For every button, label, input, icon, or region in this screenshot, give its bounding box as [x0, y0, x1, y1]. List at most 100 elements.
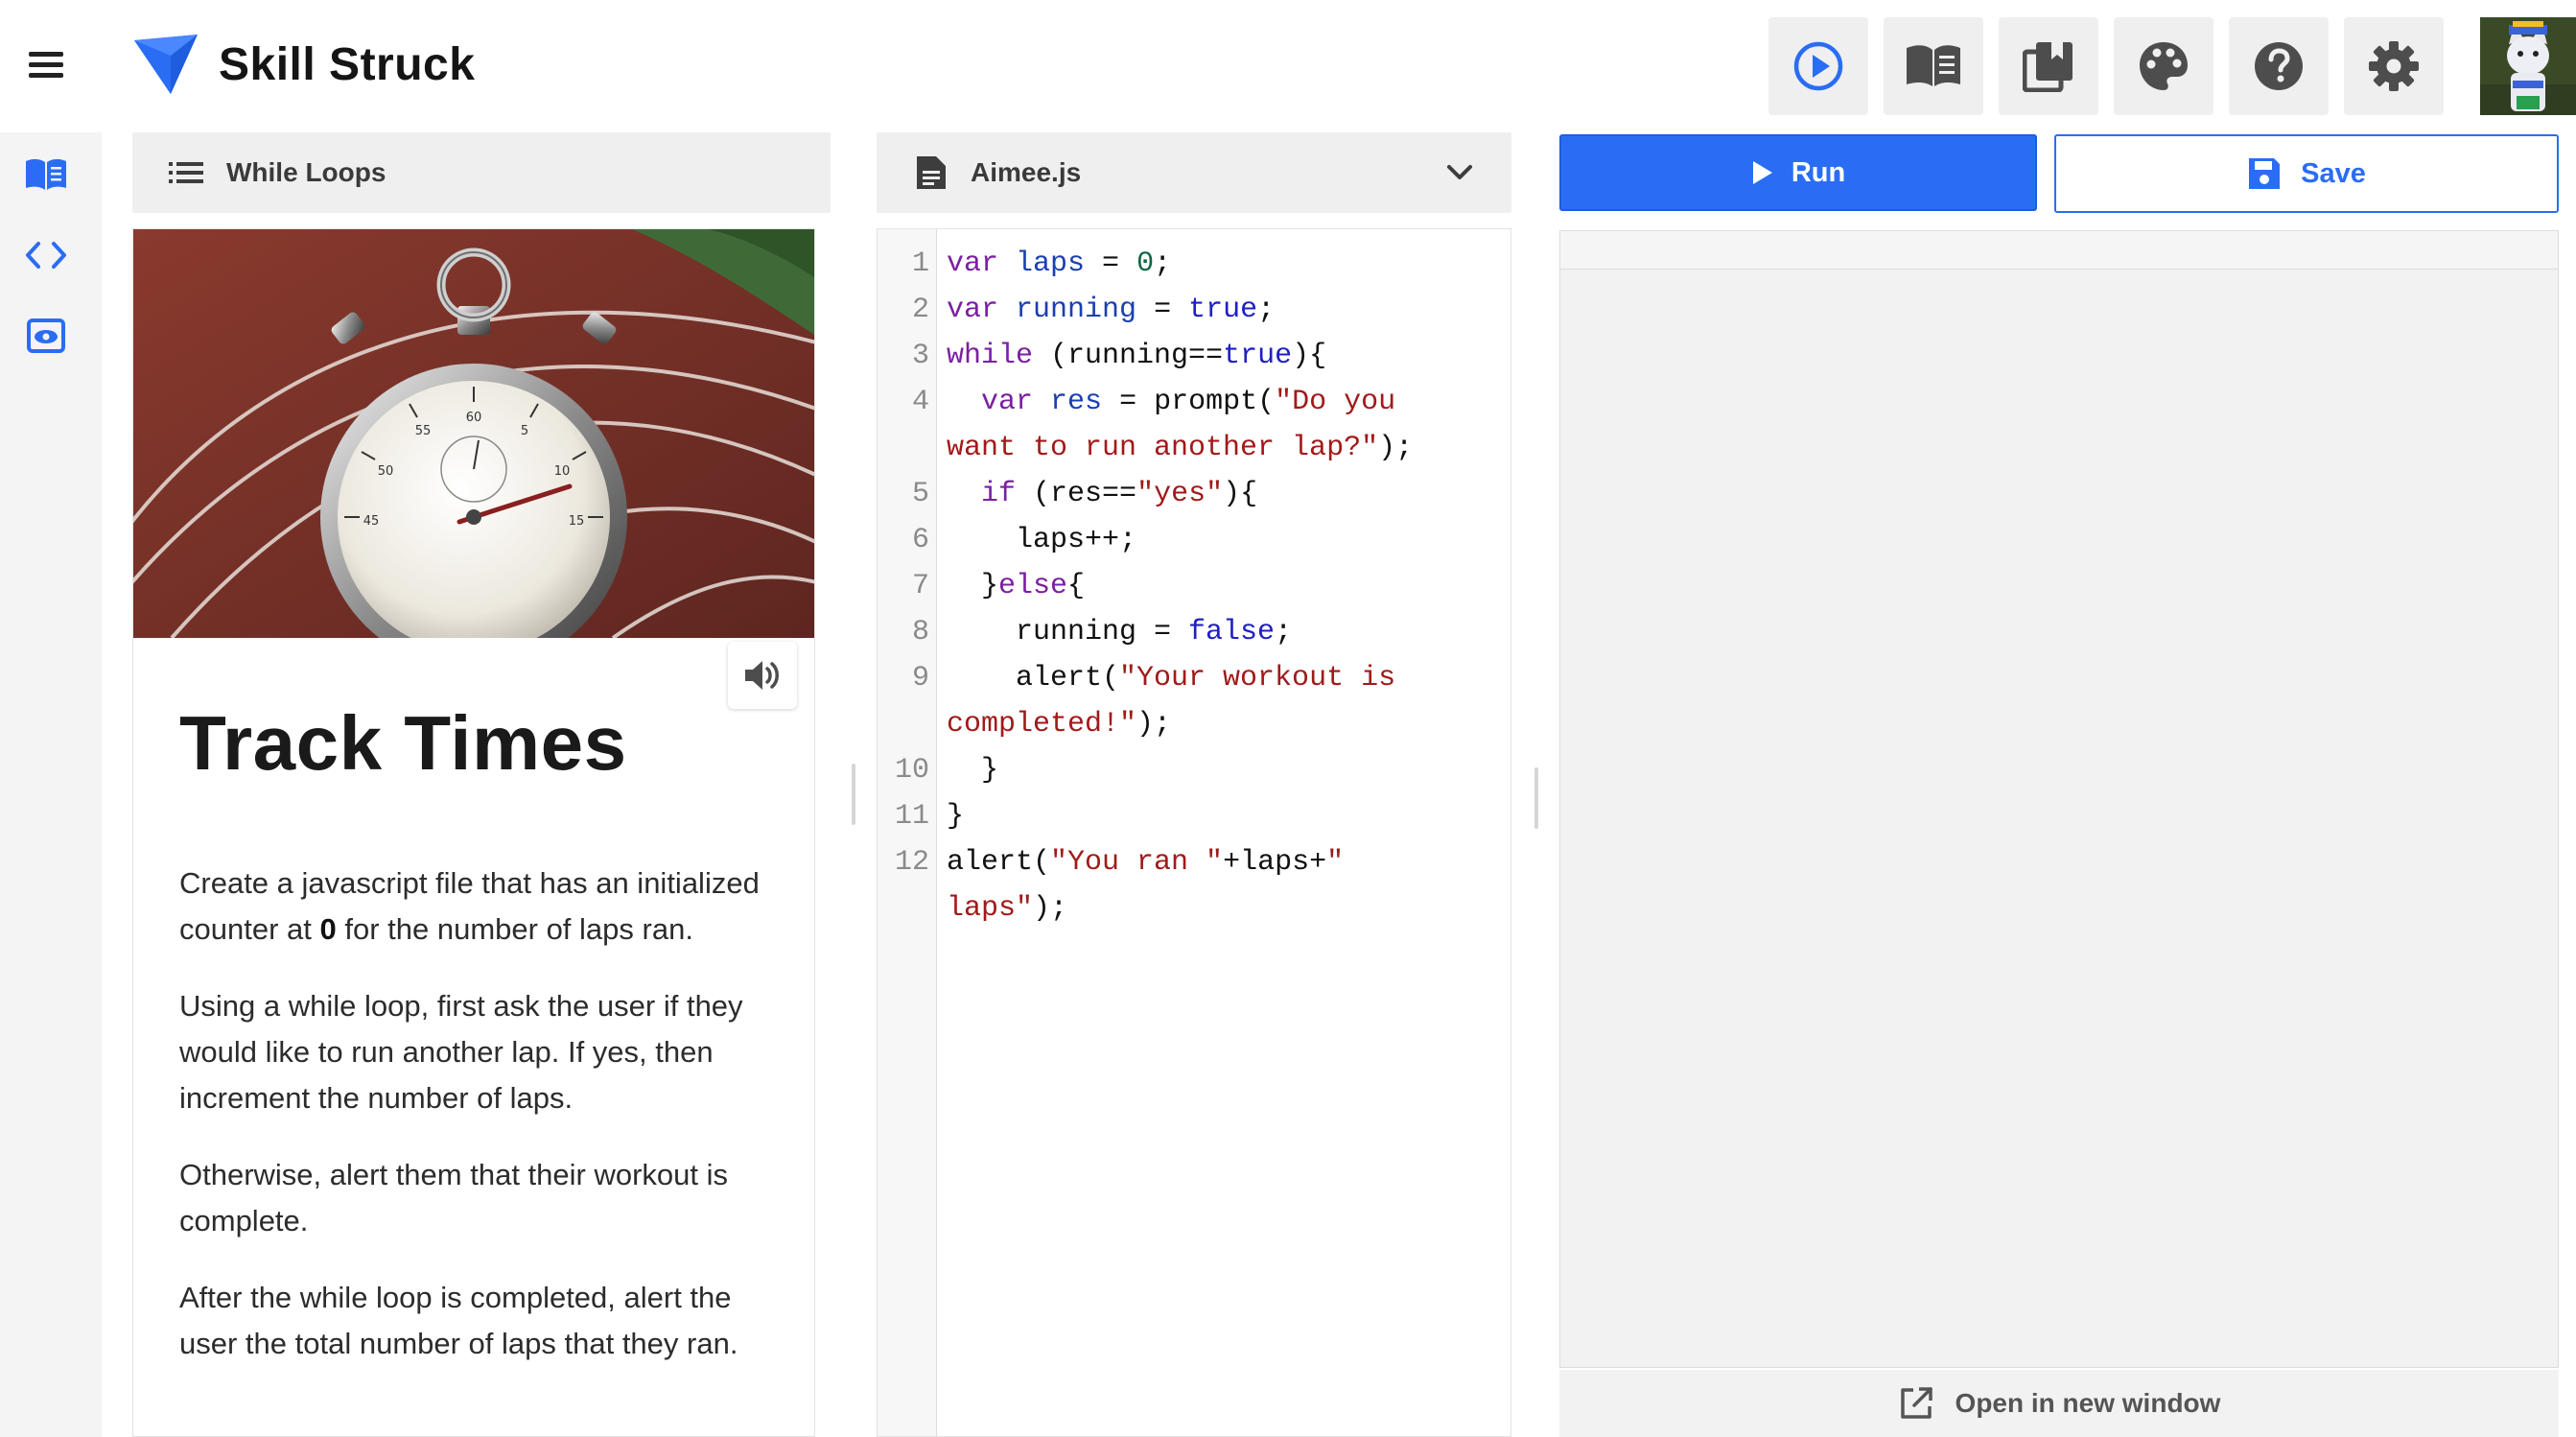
- line-number: 2: [911, 294, 929, 326]
- line-number: 8: [911, 616, 929, 648]
- lesson-header[interactable]: While Loops: [132, 132, 831, 213]
- svg-text:50: 50: [378, 464, 394, 479]
- code-token: laps": [947, 892, 1034, 925]
- code-line[interactable]: 4 var res = prompt("Do you: [878, 379, 1510, 425]
- svg-text:15: 15: [569, 514, 585, 529]
- code-line[interactable]: completed!");: [878, 701, 1510, 747]
- editor-resize-handle[interactable]: [1534, 767, 1538, 829]
- theme-button[interactable]: [2114, 17, 2213, 115]
- code-line[interactable]: 10 }: [878, 747, 1510, 793]
- code-text: laps");: [947, 885, 1067, 931]
- code-token: "You ran ": [1050, 846, 1224, 879]
- eye-icon: [27, 318, 65, 353]
- code-line[interactable]: 9 alert("Your workout is: [878, 655, 1510, 701]
- code-line[interactable]: 6 laps++;: [878, 517, 1510, 563]
- code-token: ;: [1154, 247, 1172, 280]
- rail-preview[interactable]: [21, 311, 71, 361]
- help-button[interactable]: [2229, 17, 2329, 115]
- code-token: completed!": [947, 708, 1137, 741]
- code-line[interactable]: laps");: [878, 885, 1510, 931]
- lesson-image: 60 5 10 15 55 50 45: [133, 229, 814, 638]
- help-circle-icon: [2255, 42, 2303, 90]
- code-token: }: [947, 800, 965, 833]
- lesson-header-title: While Loops: [226, 157, 386, 187]
- code-token: running: [1016, 294, 1137, 326]
- instruction-paragraph: Otherwise, alert them that their workout…: [179, 1158, 729, 1237]
- code-token: "Do you: [1275, 386, 1396, 418]
- instruction-paragraph: After the while loop is completed, alert…: [179, 1281, 738, 1360]
- code-text: var res = prompt("Do you: [947, 379, 1395, 425]
- floppy-disk-icon: [2249, 158, 2281, 189]
- code-token: );: [1033, 892, 1068, 925]
- open-book-icon: [1907, 45, 1960, 86]
- gear-icon: [2369, 41, 2419, 91]
- code-line[interactable]: 11}: [878, 793, 1510, 839]
- code-text: if (res=="yes"){: [947, 471, 1257, 517]
- run-preview-button[interactable]: [1768, 17, 1868, 115]
- cat-avatar-icon: [2480, 17, 2576, 115]
- file-selector[interactable]: Aimee.js: [877, 132, 1511, 213]
- line-number: 5: [911, 478, 929, 510]
- code-line[interactable]: want to run another lap?");: [878, 425, 1510, 471]
- output-preview[interactable]: [1559, 230, 2559, 1368]
- save-button-label: Save: [2301, 157, 2366, 189]
- settings-button[interactable]: [2344, 17, 2444, 115]
- line-number: 6: [911, 524, 929, 556]
- code-editor[interactable]: 1 var laps = 0; 2 var running = true; 3 while…: [877, 228, 1511, 1437]
- line-number: 1: [911, 247, 929, 280]
- external-link-icon: [1900, 1387, 1932, 1419]
- rail-code[interactable]: [21, 230, 71, 280]
- line-number: 11: [894, 800, 929, 833]
- code-line[interactable]: 5 if (res=="yes"){: [878, 471, 1510, 517]
- hamburger-menu-icon[interactable]: [25, 48, 67, 82]
- code-line[interactable]: 12 alert("You ran "+laps+": [878, 839, 1510, 885]
- user-avatar[interactable]: [2480, 17, 2576, 115]
- read-aloud-button[interactable]: [728, 642, 797, 709]
- code-token: running =: [947, 616, 1189, 648]
- open-in-new-window-link[interactable]: Open in new window: [1559, 1370, 2559, 1437]
- line-number: 10: [894, 754, 929, 787]
- code-token: alert(: [947, 846, 1051, 879]
- code-text: laps++;: [947, 517, 1136, 563]
- lesson-resize-handle[interactable]: [852, 764, 855, 825]
- code-token: }: [947, 570, 999, 602]
- lesson-instructions: Create a javascript file that has an ini…: [179, 860, 784, 1398]
- code-line[interactable]: 7 }else{: [878, 563, 1510, 609]
- code-token: "Your workout is: [1119, 662, 1396, 695]
- instruction-bold-value: 0: [319, 912, 337, 946]
- code-token: );: [1136, 708, 1172, 741]
- instruction-text: for the number of laps ran.: [336, 912, 693, 946]
- library-button[interactable]: [1999, 17, 2098, 115]
- stopwatch-on-track-image: 60 5 10 15 55 50 45: [133, 229, 814, 638]
- svg-text:5: 5: [521, 424, 528, 438]
- top-bar: Skill Struck: [0, 0, 2576, 131]
- code-line[interactable]: 1 var laps = 0;: [878, 241, 1510, 287]
- code-line[interactable]: 2 var running = true;: [878, 287, 1510, 333]
- code-token: =: [1085, 247, 1137, 280]
- code-token: ){: [1223, 478, 1258, 510]
- book-icon: [26, 158, 66, 190]
- save-button[interactable]: Save: [2054, 134, 2559, 213]
- play-circle-icon: [1793, 41, 1843, 91]
- file-icon: [917, 156, 946, 189]
- code-token: true: [1223, 340, 1293, 372]
- line-number: 3: [911, 340, 929, 372]
- stacked-books-icon: [2023, 42, 2073, 92]
- code-line[interactable]: 8 running = false;: [878, 609, 1510, 655]
- output-toolbar-strip: [1560, 231, 2558, 270]
- instruction-paragraph: Create a javascript file that has an ini…: [179, 860, 784, 953]
- code-text: }: [947, 747, 998, 793]
- code-token: true: [1188, 294, 1258, 326]
- code-text: alert("Your workout is: [947, 655, 1395, 701]
- code-token: var: [947, 247, 999, 280]
- lesson-book-button[interactable]: [1884, 17, 1983, 115]
- code-text: running = false;: [947, 609, 1292, 655]
- file-name: Aimee.js: [971, 157, 1082, 187]
- run-button[interactable]: Run: [1559, 134, 2037, 211]
- code-line[interactable]: 3 while (running==true){: [878, 333, 1510, 379]
- rail-lesson[interactable]: [21, 150, 71, 200]
